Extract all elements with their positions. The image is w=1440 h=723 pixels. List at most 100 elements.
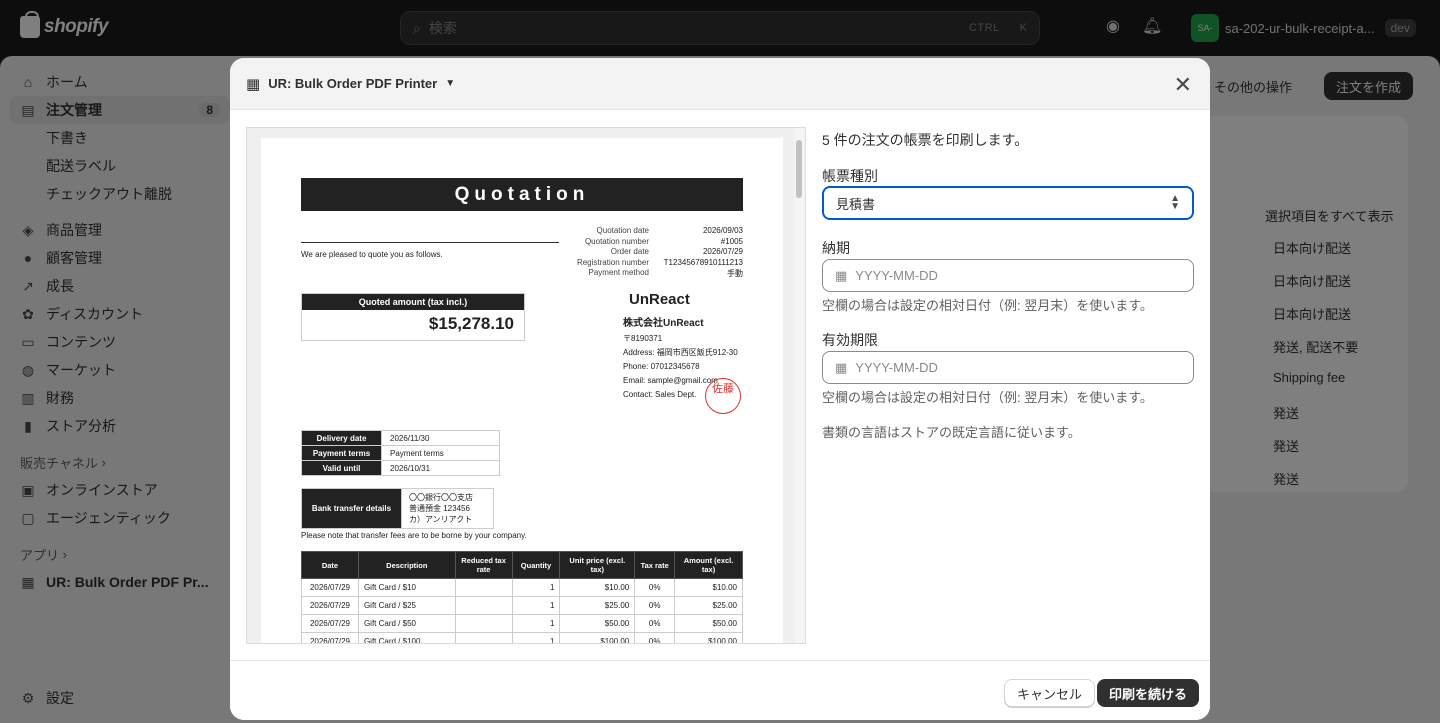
bank-line: 普通預金 123456 [409, 504, 470, 513]
meta-value: 2026/09/03 [702, 226, 743, 235]
cell-qty: 1 [511, 596, 561, 615]
cell-tax: 0% [634, 614, 676, 633]
cell-tax: 0% [634, 578, 676, 597]
modal-title[interactable]: UR: Bulk Order PDF Printer [268, 76, 437, 91]
terms-key: Payment terms [301, 445, 382, 461]
cell-unit: $50.00 [559, 614, 636, 633]
cell-qty: 1 [511, 632, 561, 643]
fee-note: Please note that transfer fees are to be… [301, 531, 527, 540]
chevron-down-icon[interactable]: ▼ [445, 78, 455, 89]
company-address: Address: 福岡市西区飯氏912-30 [623, 348, 738, 357]
greeting-text: We are pleased to quote you as follows. [301, 242, 559, 259]
cell-qty: 1 [511, 614, 561, 633]
cell-unit: $10.00 [559, 578, 636, 597]
terms-value: 2026/11/30 [381, 430, 500, 446]
cell-description: Gift Card / $50 [357, 614, 456, 633]
column-header: Description [357, 551, 456, 579]
modal-footer: キャンセル 印刷を続ける [230, 660, 1210, 720]
amount-label: Quoted amount (tax incl.) [302, 294, 524, 310]
doc-type-label: 帳票種別 [822, 168, 878, 184]
cell-description: Gift Card / $25 [357, 596, 456, 615]
cell-amount: $50.00 [674, 614, 743, 633]
bank-line: カ）アンリアクト [409, 515, 473, 524]
cell-tax: 0% [634, 632, 676, 643]
meta-key: Registration number [576, 257, 649, 267]
cell-reduced [454, 578, 513, 597]
cell-reduced [454, 614, 513, 633]
continue-print-button[interactable]: 印刷を続ける [1097, 679, 1200, 707]
meta-value: 2026/07/29 [702, 247, 743, 256]
quoted-amount-box: Quoted amount (tax incl.) $15,278.10 [301, 293, 525, 341]
terms-key: Valid until [301, 460, 382, 476]
cell-amount: $10.00 [674, 578, 743, 597]
company-seal: 佐藤 [705, 378, 741, 414]
meta-key: Quotation number [584, 236, 649, 246]
company-name: 株式会社UnReact [623, 318, 704, 329]
meta-key: Order date [610, 247, 649, 256]
doc-type-select[interactable]: 見積書 ▲ ▼ [822, 186, 1194, 220]
meta-value: #1005 [720, 236, 743, 246]
cell-reduced [454, 596, 513, 615]
preview-scrollbar[interactable] [794, 128, 805, 643]
bank-table: Bank transfer details 〇〇銀行〇〇支店 普通預金 12345… [301, 488, 494, 529]
scrollbar-thumb[interactable] [796, 140, 802, 198]
cell-amount: $100.00 [674, 632, 743, 643]
meta-value: 手動 [727, 269, 743, 278]
company-logo: UnReact [629, 291, 690, 308]
cell-date: 2026/07/29 [301, 632, 359, 643]
select-chevron-icon: ▲ ▼ [1170, 193, 1180, 212]
quotation-page: Quotation We are pleased to quote you as… [261, 138, 783, 643]
delivery-help: 空欄の場合は設定の相対日付（例: 翌月末）を使います。 [822, 298, 1153, 313]
pdf-preview[interactable]: Quotation We are pleased to quote you as… [246, 127, 806, 644]
modal-header: ▦ UR: Bulk Order PDF Printer ▼ ✕ [230, 58, 1210, 110]
meta-key: Quotation date [596, 226, 649, 235]
terms-key: Delivery date [301, 430, 382, 446]
doc-type-value: 見積書 [836, 196, 876, 212]
intro-text: 5 件の注文の帳票を印刷します。 [822, 132, 1029, 148]
calendar-icon: ▦ [835, 267, 848, 283]
document-meta: Quotation date 2026/09/03 Quotation numbe… [561, 226, 743, 279]
delivery-placeholder: YYYY-MM-DD [855, 268, 938, 283]
column-header: Date [301, 551, 359, 579]
language-note: 書類の言語はストアの既定言語に従います。 [822, 425, 1081, 440]
expiry-date-input[interactable]: ▦ YYYY-MM-DD [822, 351, 1194, 384]
line-items-table: Date Description Reduced tax rate Quanti… [301, 551, 743, 643]
cancel-button[interactable]: キャンセル [1004, 679, 1096, 707]
terms-value: Payment terms [381, 445, 500, 461]
cell-description: Gift Card / $10 [357, 578, 456, 597]
terms-value: 2026/10/31 [381, 460, 500, 476]
amount-value: $15,278.10 [428, 314, 514, 333]
app-icon: ▦ [246, 75, 261, 93]
meta-value: T12345678910111213 [663, 257, 743, 267]
bank-line: 〇〇銀行〇〇支店 [409, 493, 473, 502]
delivery-label: 納期 [822, 240, 850, 256]
table-row: 2026/07/29 Gift Card / $50 1 $50.00 0% $50.00 [301, 614, 743, 633]
cell-tax: 0% [634, 596, 676, 615]
cell-reduced [454, 632, 513, 643]
column-header: Tax rate [634, 551, 676, 579]
cell-unit: $100.00 [559, 632, 636, 643]
expiry-help: 空欄の場合は設定の相対日付（例: 翌月末）を使います。 [822, 390, 1153, 405]
cell-description: Gift Card / $100 [357, 632, 456, 643]
bank-label: Bank transfer details [301, 488, 402, 529]
expiry-placeholder: YYYY-MM-DD [855, 360, 938, 375]
cell-unit: $25.00 [559, 596, 636, 615]
column-header: Unit price (excl. tax) [559, 551, 636, 579]
table-row: 2026/07/29 Gift Card / $10 1 $10.00 0% $10.00 [301, 578, 743, 597]
document-title: Quotation [301, 178, 743, 211]
expiry-label: 有効期限 [822, 332, 878, 348]
company-postal: 〒8190371 [623, 334, 663, 343]
calendar-icon: ▦ [835, 359, 848, 375]
print-modal: ▦ UR: Bulk Order PDF Printer ▼ ✕ Quotati… [230, 58, 1210, 720]
table-row: 2026/07/29 Gift Card / $100 1 $100.00 0% $100… [301, 632, 743, 643]
cell-date: 2026/07/29 [301, 578, 359, 597]
cell-date: 2026/07/29 [301, 596, 359, 615]
terms-table: Delivery date 2026/11/30 Payment terms Pay… [301, 430, 500, 476]
column-header: Quantity [511, 551, 561, 579]
delivery-date-input[interactable]: ▦ YYYY-MM-DD [822, 259, 1194, 292]
close-icon[interactable]: ✕ [1174, 72, 1192, 98]
cell-date: 2026/07/29 [301, 614, 359, 633]
cell-amount: $25.00 [674, 596, 743, 615]
column-header: Reduced tax rate [454, 551, 513, 579]
cell-qty: 1 [511, 578, 561, 597]
